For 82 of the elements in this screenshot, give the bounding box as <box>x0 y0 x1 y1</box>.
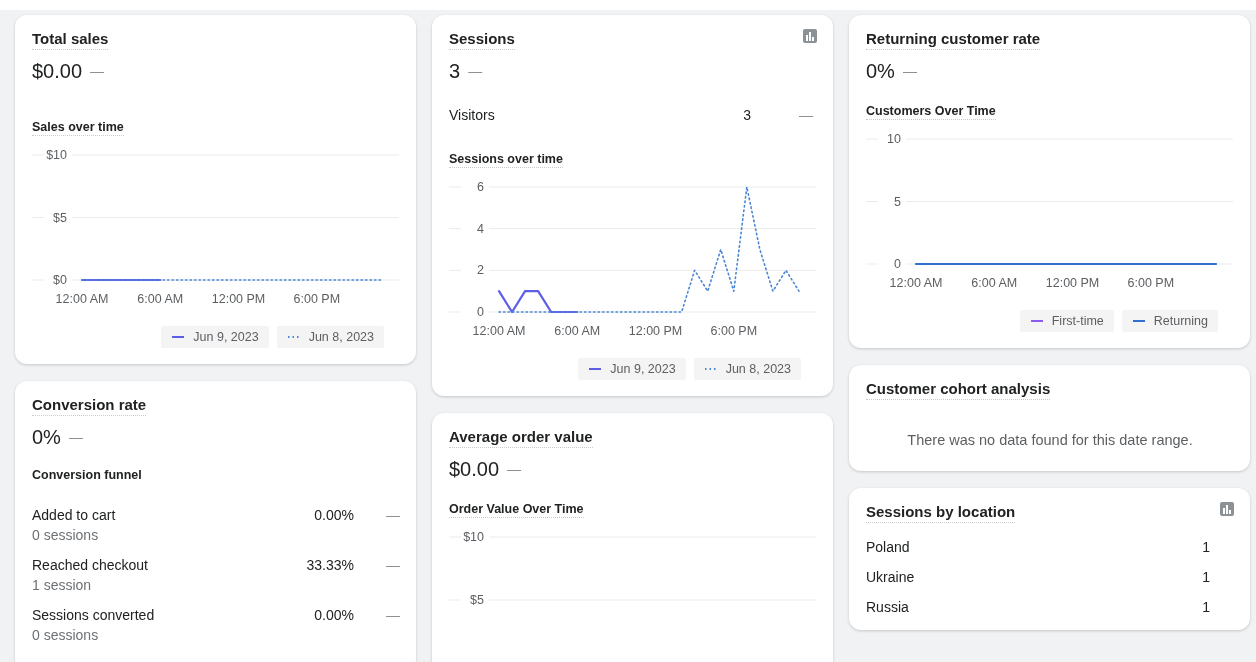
axis-label: 6:00 PM <box>710 324 758 338</box>
empty-message: There was no data found for this date range. <box>907 432 1193 448</box>
metric-value: 0% <box>32 425 61 450</box>
location-count: 1 <box>1202 538 1210 557</box>
axis-label: 5 <box>894 194 901 209</box>
card-title: Conversion rate <box>32 395 147 416</box>
funnel-title: Conversion funnel <box>32 467 142 483</box>
axis-label: 6:00 AM <box>971 276 1018 290</box>
legend-item[interactable]: Returning <box>1121 310 1218 332</box>
chart-title: Sessions over time <box>449 151 563 168</box>
change-dash: — <box>799 106 813 125</box>
legend-line-icon <box>286 335 301 339</box>
axis-label: 10 <box>887 132 901 146</box>
axis-label: 12:00 PM <box>628 324 683 338</box>
step-rate: 33.33% <box>306 556 354 575</box>
step-sessions: 1 session <box>32 576 93 595</box>
axis-label: 6 <box>477 180 484 194</box>
card-title: Total sales <box>32 29 109 50</box>
metric-value: 0% <box>866 59 895 84</box>
bar-chart-icon[interactable] <box>803 29 817 43</box>
step-sessions: 0 sessions <box>32 626 100 645</box>
step-label: Added to cart <box>32 506 117 525</box>
card-title: Customer cohort analysis <box>866 379 1051 400</box>
location-name: Russia <box>866 598 909 617</box>
change-dash: — <box>68 427 83 447</box>
change-dash: — <box>385 606 400 625</box>
legend-line-icon <box>1131 319 1146 323</box>
legend-line-icon <box>1029 319 1044 323</box>
axis-label: 12:00 PM <box>211 292 266 306</box>
location-count: 1 <box>1202 568 1210 587</box>
axis-label: $10 <box>46 148 67 162</box>
axis-label: 6:00 PM <box>293 292 341 306</box>
location-name: Poland <box>866 538 910 557</box>
location-name: Ukraine <box>866 568 915 587</box>
metric-value: $0.00 <box>449 457 500 482</box>
legend-line-icon <box>588 367 603 371</box>
change-dash: — <box>507 459 522 479</box>
step-label: Sessions converted <box>32 606 156 625</box>
metric-value: 3 <box>449 59 461 84</box>
breakdown-value: 3 <box>743 106 751 125</box>
legend-item[interactable]: First-time <box>1019 310 1114 332</box>
breakdown-label: Visitors <box>449 106 496 125</box>
axis-label: 12:00 PM <box>1045 276 1100 290</box>
axis-label: 4 <box>477 221 484 236</box>
chart-title: Order Value Over Time <box>449 501 584 518</box>
card-title: Sessions <box>449 29 515 50</box>
card-title: Sessions by location <box>866 502 1016 523</box>
step-rate: 0.00% <box>314 606 354 625</box>
location-count: 1 <box>1202 598 1210 617</box>
axis-label: 12:00 AM <box>472 324 526 338</box>
change-dash: — <box>468 61 483 81</box>
axis-label: $5 <box>470 593 484 607</box>
change-dash: — <box>385 506 400 525</box>
legend-line-icon <box>703 367 718 371</box>
change-dash: — <box>385 556 400 575</box>
legend-item[interactable]: Jun 9, 2023 <box>161 326 269 348</box>
step-sessions: 0 sessions <box>32 526 100 545</box>
legend-item[interactable]: Jun 9, 2023 <box>578 358 686 380</box>
axis-label: 6:00 AM <box>137 292 184 306</box>
axis-label: 0 <box>477 305 484 319</box>
change-dash: — <box>902 61 917 81</box>
legend-item[interactable]: Jun 8, 2023 <box>276 326 384 348</box>
axis-label: 12:00 AM <box>55 292 109 306</box>
axis-label: $10 <box>463 530 484 544</box>
axis-label: 2 <box>477 263 484 278</box>
axis-label: 6:00 AM <box>554 324 601 338</box>
step-rate: 0.00% <box>314 506 354 525</box>
card-title: Average order value <box>449 427 593 448</box>
legend-line-icon <box>171 335 186 339</box>
change-dash: — <box>90 61 105 81</box>
axis-label: 12:00 AM <box>889 276 943 290</box>
axis-label: 6:00 PM <box>1127 276 1175 290</box>
chart-title: Sales over time <box>32 119 124 136</box>
axis-label: $0 <box>53 273 67 287</box>
axis-label: 0 <box>894 257 901 271</box>
chart-title: Customers Over Time <box>866 103 996 120</box>
axis-label: $5 <box>53 210 67 225</box>
bar-chart-icon[interactable] <box>1220 502 1234 516</box>
legend-item[interactable]: Jun 8, 2023 <box>693 358 801 380</box>
card-title: Returning customer rate <box>866 29 1041 50</box>
metric-value: $0.00 <box>32 59 83 84</box>
step-label: Reached checkout <box>32 556 149 575</box>
